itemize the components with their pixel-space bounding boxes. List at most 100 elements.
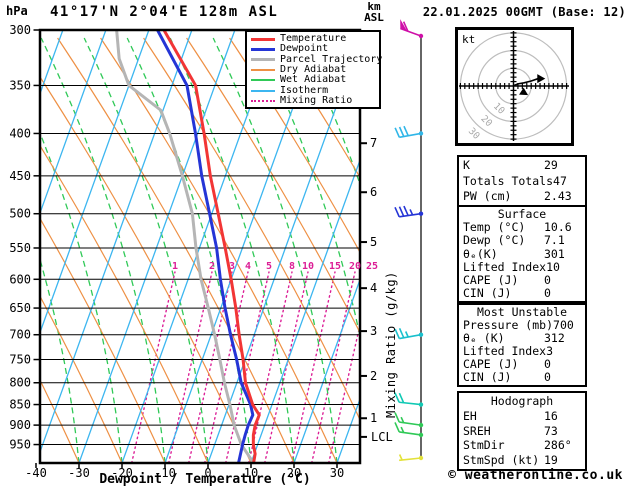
legend-swatch-dewpoint [251,47,275,51]
stat-label: CIN (J) [463,370,512,384]
km-tick-label: 3 [370,324,377,338]
stat-value: 7.1 [544,233,565,248]
mixing-ratio-value-label: 3 [229,261,235,272]
stat-value: 10 [546,259,560,274]
mixing-ratio-value-label: 5 [266,261,272,272]
stat-value: 16 [544,408,558,423]
stat-value: 286° [544,438,572,453]
wind-barb-column [394,19,424,462]
legend-label: Wet Adiabat [280,74,347,86]
legend-swatch-parcel [251,58,275,62]
mixing-ratio-value-label: 4 [245,261,251,272]
pressure-tick-label: 650 [9,301,31,315]
legend-label: Mixing Ratio [280,94,353,106]
datetime-label: 22.01.2025 00GMT (Base: 12) [422,5,626,19]
mixing-ratio-line [224,271,270,463]
wind-barb-feather [403,205,409,216]
stat-value: 47 [553,173,567,188]
stat-value: 73 [544,423,558,438]
lcl-label: LCL [371,430,393,444]
mixing-ratio-value-label: 15 [329,261,341,272]
dry-adiabat-line [402,38,445,463]
wind-barb-half-feather [404,331,409,338]
stat-value: 19 [544,453,558,468]
hodograph: 102030kt [455,27,574,146]
copyright: © weatheronline.co.uk [448,468,623,483]
legend-item: Wet Adiabat [251,75,379,85]
stat-label: StmDir [463,438,505,453]
pressure-tick-label: 900 [9,418,31,432]
stat-row: K 29 [459,158,585,174]
legend: Temperature Dewpoint Parcel Trajectory Dry … [245,30,382,110]
pressure-tick-label: 350 [9,78,31,92]
km-tick-label: 1 [370,411,377,425]
stat-label: Dewp (°C) [463,233,526,248]
stat-row: θₑ(K) 301 [459,247,585,261]
legend-swatch-wet_adiabat [251,79,275,82]
mixing-ratio-line [130,271,176,463]
mixing-ratio-axis-label: Mixing Ratio (g/kg) [384,271,398,418]
stat-box-surface: Surface Temp (°C) 10.6 Dewp (°C) 7.1 θₑ(K) 301… [457,205,587,304]
wind-barb-feather [398,392,405,404]
stat-box-hodograph: Hodograph EH 16 SREH 73 StmDir 286° StmSpd (kt)… [457,391,587,471]
wind-barb [394,205,424,218]
wind-barb-half-feather [398,454,403,461]
legend-swatch-isotherm [251,89,275,92]
km-tick-label: 5 [370,235,377,249]
legend-item: Mixing Ratio [251,94,379,106]
dry-adiabat-line [40,144,209,463]
mixing-ratio-value-label: 1 [172,261,178,272]
wind-barb-feather [398,126,405,137]
stat-value: 29 [544,158,558,172]
stat-row: Totals Totals 47 [459,174,585,190]
stat-label: CIN (J) [463,286,512,301]
stat-row: StmDir 286° [459,438,585,453]
stat-box-indices: K 29 Totals Totals 47 PW (cm) 2.43 [457,155,587,208]
mixing-ratio-value-label: 2 [209,261,215,272]
stat-value: 2.43 [544,189,572,203]
stat-row: SREH 73 [459,424,585,439]
wind-barb-feather [394,422,400,433]
wind-barb-half-feather [409,209,414,216]
wind-barb-shaft [399,431,422,436]
km-tick-label: 6 [370,185,377,199]
wind-barb [394,125,424,139]
wind-barb-feather [398,327,405,339]
stat-label: EH [463,408,477,423]
wind-barb-shaft [399,421,422,426]
pressure-tick-label: 550 [9,241,31,255]
stat-row: CIN (J) 0 [459,287,585,300]
stat-row: EH 16 [459,409,585,424]
stat-row: CIN (J) 0 [459,371,585,384]
stat-value: 3 [546,344,554,358]
wind-barb [398,454,424,462]
mixing-ratio-value-label: 10 [302,261,314,272]
stat-value: 0 [544,370,551,384]
wind-barb-feather [398,206,405,217]
pressure-tick-label: 850 [9,398,31,412]
stat-row: Dewp (°C) 7.1 [459,234,585,247]
stat-value: 0 [544,286,551,301]
km-tick-label: 4 [370,281,377,295]
stat-label: Totals Totals [463,173,554,188]
wind-barb-shaft [399,401,422,406]
stat-label: StmSpd (kt) [463,453,540,468]
x-axis-title: Dewpoint / Temperature (°C) [99,472,311,486]
legend-swatch-mixing_ratio [251,99,275,102]
pressure-tick-label: 950 [9,438,31,452]
mixing-ratio-line [264,271,309,463]
pressure-tick-label: 750 [9,353,31,367]
km-tick-label: 2 [370,369,377,383]
stat-label: PW (cm) [463,189,512,203]
mixing-ratio-line [203,271,249,463]
stat-row: PW (cm) 2.43 [459,189,585,205]
wind-barb-shaft [400,27,422,37]
wind-barb [400,19,424,39]
pressure-tick-label: 400 [9,126,31,140]
pressure-tick-label: 700 [9,328,31,342]
legend-swatch-temperature [251,37,275,41]
pressure-tick-label: 300 [9,23,31,37]
pressure-tick-label: 450 [9,169,31,183]
mixing-ratio-value-label: 20 [349,261,361,272]
mixing-ratio-line [311,271,356,463]
